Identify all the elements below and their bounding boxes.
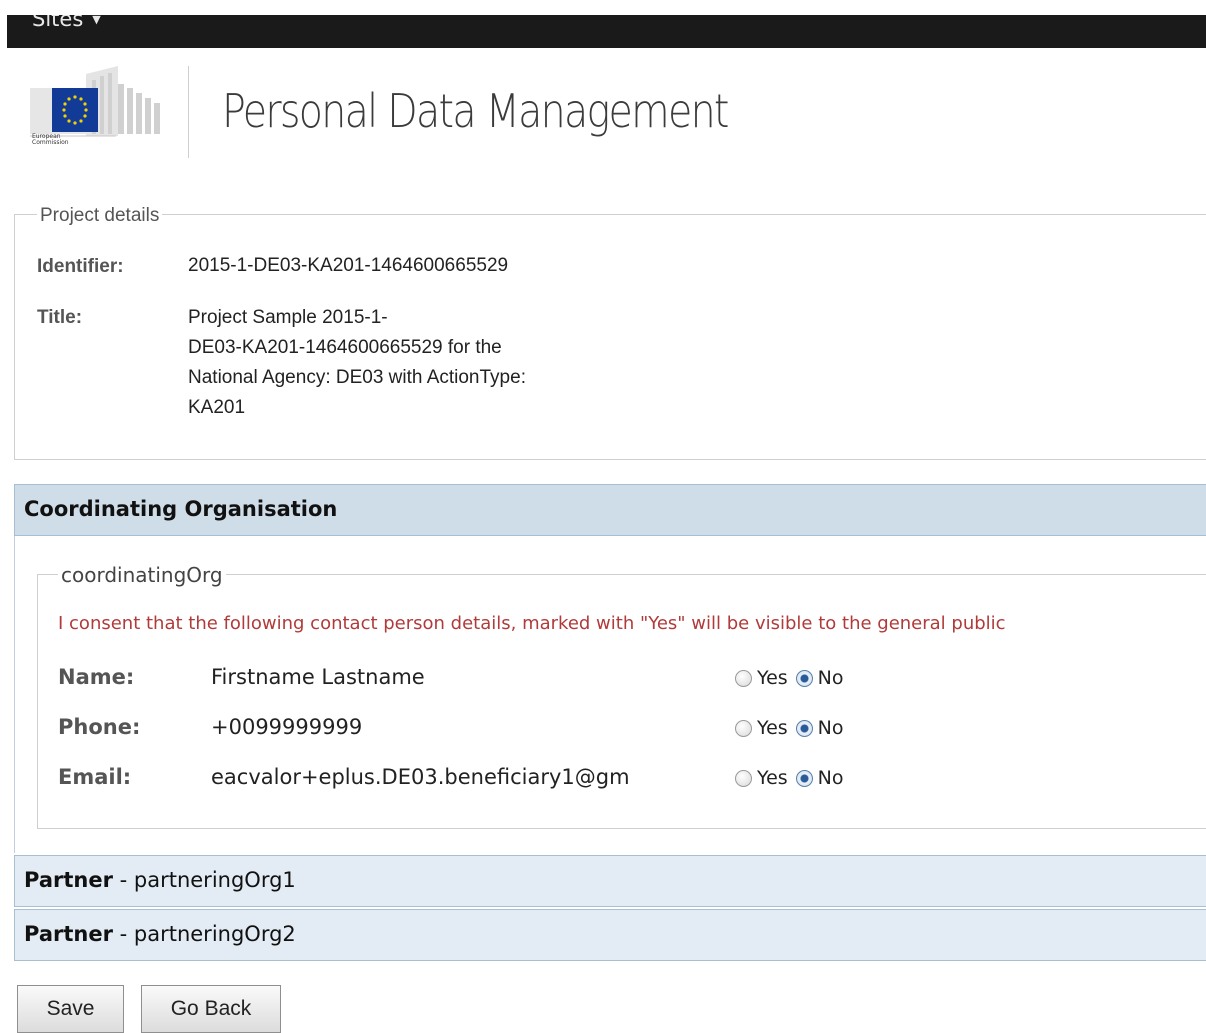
coordinating-organisation-title: Coordinating Organisation <box>24 497 338 521</box>
caret-down-icon: ▼ <box>92 15 101 26</box>
no-label: No <box>817 717 844 739</box>
title-label: Title: <box>37 307 83 328</box>
partner-section-header[interactable]: Partner - partneringOrg1 <box>14 855 1206 907</box>
identifier-label: Identifier: <box>37 256 124 277</box>
email-visibility-radios: Yes No <box>735 767 852 789</box>
yes-label: Yes <box>757 767 788 789</box>
yes-label: Yes <box>757 667 788 689</box>
header-divider <box>188 66 189 158</box>
coordinating-org-fieldset: coordinatingOrg I consent that the follo… <box>37 563 1206 829</box>
top-bar: Sites ▼ <box>7 15 1206 48</box>
project-details-legend: Project details <box>37 205 163 227</box>
title-line: Project Sample 2015-1- <box>188 307 388 328</box>
partner-separator: - <box>112 922 134 946</box>
identifier-value: 2015-1-DE03-KA201-1464600665529 <box>188 255 509 276</box>
coordinating-org-legend: coordinatingOrg <box>58 563 226 587</box>
save-button[interactable]: Save <box>17 985 124 1033</box>
coordinating-organisation-panel: coordinatingOrg I consent that the follo… <box>14 536 1206 853</box>
name-yes-radio[interactable] <box>735 669 752 687</box>
email-yes-radio[interactable] <box>735 769 752 787</box>
project-details-fieldset: Project details Identifier: 2015-1-DE03-… <box>14 205 1206 460</box>
phone-yes-radio[interactable] <box>735 719 752 737</box>
partner-section-header[interactable]: Partner - partneringOrg2 <box>14 909 1206 961</box>
logo-caption: European Commission <box>32 133 69 146</box>
email-no-radio[interactable] <box>795 769 813 787</box>
title-line: KA201 <box>188 397 246 418</box>
name-value: Firstname Lastname <box>211 665 425 689</box>
phone-value: +0099999999 <box>211 715 363 739</box>
partner-separator: - <box>112 868 134 892</box>
partner-prefix: Partner <box>24 922 113 946</box>
no-label: No <box>817 767 844 789</box>
coordinating-organisation-header[interactable]: Coordinating Organisation <box>14 484 1206 536</box>
yes-label: Yes <box>757 717 788 739</box>
phone-visibility-radios: Yes No <box>735 717 852 739</box>
email-label: Email: <box>58 765 132 789</box>
consent-text: I consent that the following contact per… <box>58 613 1006 634</box>
title-line: National Agency: DE03 with ActionType: <box>188 367 526 388</box>
phone-label: Phone: <box>58 715 141 739</box>
name-visibility-radios: Yes No <box>735 667 852 689</box>
partner-prefix: Partner <box>24 868 113 892</box>
name-no-radio[interactable] <box>795 669 813 687</box>
partner-name: partneringOrg1 <box>133 868 296 892</box>
partner-name: partneringOrg2 <box>133 922 296 946</box>
title-value: Project Sample 2015-1- DE03-KA201-146460… <box>188 303 526 423</box>
title-line: DE03-KA201-1464600665529 for the <box>188 337 502 358</box>
sites-label: Sites <box>32 15 84 31</box>
phone-no-radio[interactable] <box>795 719 813 737</box>
page-title: Personal Data Management <box>222 84 729 138</box>
no-label: No <box>817 667 844 689</box>
go-back-button[interactable]: Go Back <box>141 985 281 1033</box>
email-value: eacvalor+eplus.DE03.beneficiary1@gm <box>211 765 630 789</box>
name-label: Name: <box>58 665 135 689</box>
sites-menu[interactable]: Sites ▼ <box>32 15 101 31</box>
